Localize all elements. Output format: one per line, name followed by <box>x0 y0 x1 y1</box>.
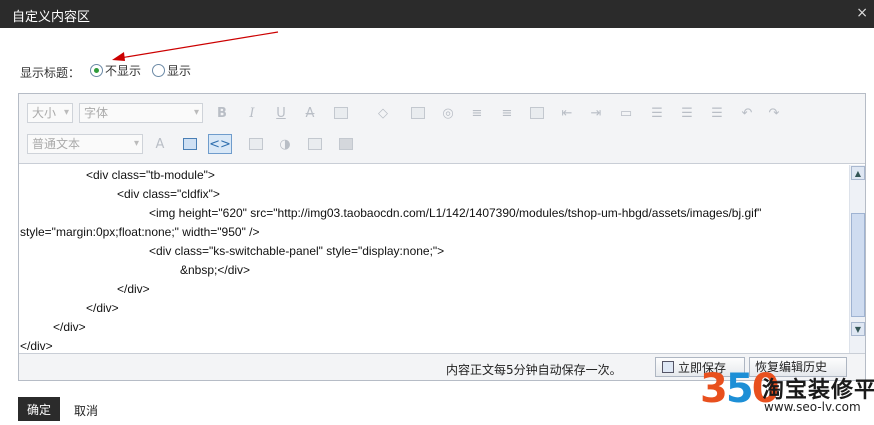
bm-icon[interactable] <box>337 135 355 153</box>
logo-digit: 5 <box>725 366 754 412</box>
flash-icon[interactable] <box>247 135 265 153</box>
preview-monitor-icon[interactable] <box>181 135 199 153</box>
radio-hide-title[interactable]: 不显示 <box>90 62 141 79</box>
display-title-label: 显示标题： <box>20 66 81 80</box>
font-size-select[interactable]: 大小 <box>27 103 73 123</box>
source-code-button[interactable]: <> <box>208 134 232 154</box>
code-line: </div> <box>117 282 150 296</box>
disk-icon <box>662 361 674 373</box>
editor-toolbar: 大小 字体 B I U A ◇ ◎ ≡ ≡ ⇤ ⇥ ▭ ☰ ☰ ☰ ↶ ↷ 普通… <box>19 94 865 164</box>
close-icon[interactable]: × <box>856 5 868 21</box>
image-icon[interactable] <box>409 104 427 122</box>
table-icon[interactable] <box>332 104 350 122</box>
paint-bucket-icon[interactable]: ◇ <box>374 104 392 122</box>
ok-button[interactable]: 确定 <box>18 397 60 421</box>
unordered-list-icon[interactable]: ≡ <box>468 104 486 122</box>
code-line: <img height="620" src="http://img03.taob… <box>149 206 762 220</box>
vertical-scrollbar[interactable]: ▲ ▼ <box>849 165 865 353</box>
redo-icon[interactable]: ↷ <box>765 104 783 122</box>
radio-show-title[interactable]: 显示 <box>152 62 191 79</box>
music-icon[interactable]: ◑ <box>276 135 294 153</box>
logo-digit: 3 <box>700 366 728 412</box>
dialog-titlebar: 自定义内容区 × <box>0 0 874 28</box>
code-line: <div class="ks-switchable-panel" style="… <box>149 244 445 258</box>
strikethrough-button[interactable]: A <box>301 104 319 122</box>
watermark-logo: 350 淘宝装修平台 www.seo-lv.com <box>700 362 874 422</box>
source-code-textarea[interactable]: <div class="tb-module"> <div class="cldf… <box>19 165 849 353</box>
code-line: </div> <box>20 339 53 353</box>
block-icon[interactable] <box>528 104 546 122</box>
code-line: &nbsp;</div> <box>180 263 251 277</box>
code-line: </div> <box>53 320 86 334</box>
bold-button[interactable]: B <box>213 104 231 122</box>
undo-icon[interactable]: ↶ <box>738 104 756 122</box>
ordered-list-icon[interactable]: ≡ <box>498 104 516 122</box>
paragraph-format-select[interactable]: 普通文本 <box>27 134 143 154</box>
align-right-icon[interactable]: ☰ <box>708 104 726 122</box>
autosave-message: 内容正文每5分钟自动保存一次。 <box>446 363 622 377</box>
scroll-up-icon[interactable]: ▲ <box>851 166 865 180</box>
italic-button[interactable]: I <box>243 104 261 122</box>
radio-show-label: 显示 <box>167 64 192 78</box>
code-line: </div> <box>86 301 119 315</box>
link-icon[interactable]: ◎ <box>439 104 457 122</box>
annotation-arrow-icon <box>112 31 279 61</box>
scroll-down-icon[interactable]: ▼ <box>851 322 865 336</box>
align-center-icon[interactable]: ☰ <box>678 104 696 122</box>
code-line: style="margin:0px;float:none;" width="95… <box>20 225 260 239</box>
underline-button[interactable]: U <box>272 104 290 122</box>
radio-hide-label: 不显示 <box>105 64 142 78</box>
outdent-icon[interactable]: ⇤ <box>558 104 576 122</box>
indent-icon[interactable]: ⇥ <box>587 104 605 122</box>
rich-text-editor: 大小 字体 B I U A ◇ ◎ ≡ ≡ ⇤ ⇥ ▭ ☰ ☰ ☰ ↶ ↷ 普通… <box>18 93 866 381</box>
radio-checked-icon[interactable] <box>90 64 103 77</box>
dialog-title: 自定义内容区 <box>12 10 91 25</box>
radio-unchecked-icon[interactable] <box>152 64 165 77</box>
glasses-icon[interactable]: ▭ <box>617 104 635 122</box>
code-line: <div class="tb-module"> <box>86 168 215 182</box>
cancel-button[interactable]: 取消 <box>74 402 98 419</box>
scroll-thumb[interactable] <box>851 213 865 317</box>
watermark-url: www.seo-lv.com <box>764 400 861 414</box>
template-icon[interactable] <box>306 135 324 153</box>
clear-format-icon[interactable]: A <box>151 135 169 153</box>
code-line: <div class="cldfix"> <box>117 187 220 201</box>
font-family-select[interactable]: 字体 <box>79 103 203 123</box>
align-left-icon[interactable]: ☰ <box>648 104 666 122</box>
